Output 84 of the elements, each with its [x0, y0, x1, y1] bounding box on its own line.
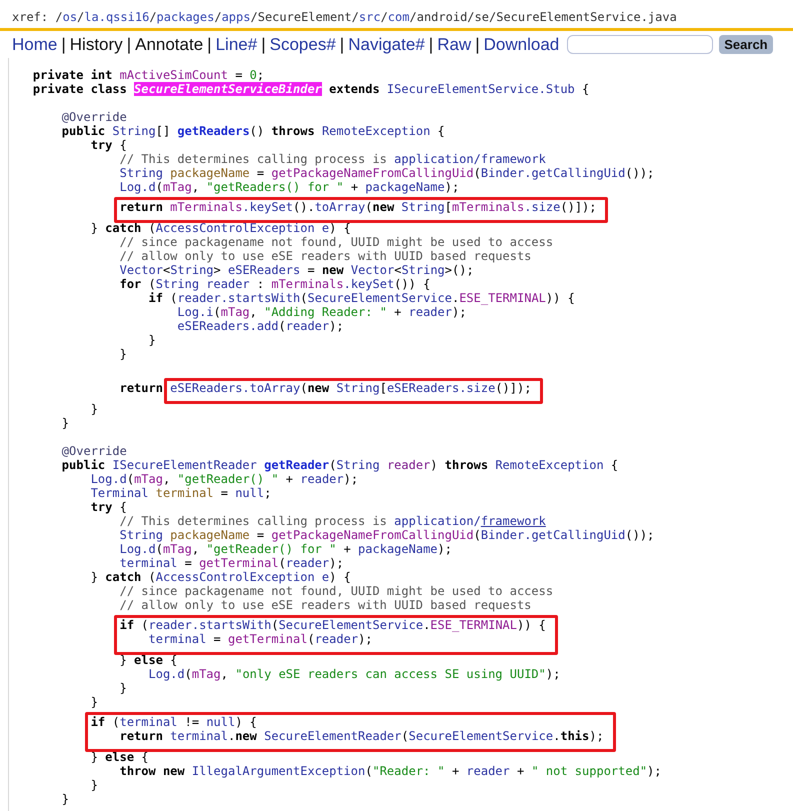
path-separator: /	[214, 10, 222, 24]
code-line: Log.d(mTag, "getReader() for " + packageName);	[118, 542, 452, 556]
code-line: // allow only to use eSE readers with UUID based requests	[118, 598, 532, 612]
path-link[interactable]: se	[474, 10, 489, 24]
path-separator: /	[250, 10, 258, 24]
code-line: @Override	[60, 444, 127, 458]
code-line: // since packagename not found, UUID might be used to access	[118, 584, 554, 598]
nav-link[interactable]: History	[70, 34, 123, 54]
path-separator: /	[149, 10, 157, 24]
path-link[interactable]: SecureElementService.java	[496, 10, 677, 24]
path-separator: /	[488, 10, 496, 24]
nav-link[interactable]: Annotate	[135, 34, 204, 54]
code-line: public String[] getReaders() throws RemoteException {	[60, 124, 445, 138]
code-line: try {	[90, 500, 127, 514]
code-line: @Override	[60, 110, 127, 124]
nav-separator: |	[207, 34, 212, 54]
code-line: terminal = getTerminal(reader);	[147, 632, 373, 646]
nav-link[interactable]: Download	[484, 34, 560, 54]
code-line: } else {	[90, 750, 149, 764]
nav-link[interactable]: Navigate#	[348, 34, 425, 54]
code-line: terminal = getTerminal(reader);	[118, 556, 344, 570]
nav-link[interactable]: Home	[12, 34, 58, 54]
code-line: throw new IllegalArgumentException("Reader: " + reader + " not supported");	[118, 764, 662, 778]
code-line: // This determines calling process is application/framework	[118, 514, 546, 528]
path-link[interactable]: packages	[156, 10, 214, 24]
path-link[interactable]: la.qssi16	[84, 10, 150, 24]
code-line: Log.i(mTag, "Adding Reader: " + reader);	[176, 305, 466, 319]
search-button[interactable]: Search	[719, 35, 773, 54]
code-line: }	[60, 792, 70, 806]
code-line: return mTerminals.keySet().toArray(new String[mTerminals.size()]);	[118, 200, 596, 214]
code-line: }	[118, 347, 127, 361]
code-line: }	[90, 778, 98, 792]
path-separator: /	[409, 10, 417, 24]
code-line: if (terminal != null) {	[90, 715, 257, 729]
code-line: }	[90, 402, 98, 416]
nav-link[interactable]: Scopes#	[270, 34, 336, 54]
code-line: } else {	[118, 653, 178, 667]
nav-separator: |	[126, 34, 132, 54]
path-link[interactable]: com	[388, 10, 410, 24]
code-line: }	[90, 695, 98, 709]
code-line: return terminal.new SecureElementReader(SecureElementService.this);	[118, 729, 604, 743]
nav-separator: |	[475, 34, 480, 54]
code-line: Log.d(mTag, "only eSE readers can access SE using UUID");	[147, 667, 560, 681]
nav-separator: |	[340, 34, 344, 54]
code-line: // since packagename not found, UUID might be used to access	[118, 235, 554, 249]
code-line: }	[60, 416, 70, 430]
code-line: for (String reader : mTerminals.keySet()) {	[118, 277, 430, 291]
path-link[interactable]: os	[62, 10, 78, 24]
code-line: if (reader.startsWith(SecureElementService.ESE_TERMINAL)) {	[118, 618, 546, 632]
code-line: Vector<String> eSEReaders = new Vector<String>();	[118, 263, 474, 277]
path-link[interactable]: SecureElement	[258, 10, 352, 24]
path-separator: /	[380, 10, 388, 24]
code-line: } catch (AccessControlException e) {	[90, 570, 351, 584]
code-line: } catch (AccessControlException e) {	[90, 221, 351, 235]
code-line: // allow only to use eSE readers with UUID based requests	[118, 249, 532, 263]
code-line: try {	[90, 138, 127, 152]
code-line: String packageName = getPackageNameFromCallingUid(Binder.getCallingUid());	[118, 528, 654, 542]
nav-separator: |	[61, 34, 66, 54]
code-line: // This determines calling process is application/framework	[118, 152, 546, 166]
code-line: Terminal terminal = null;	[90, 486, 272, 500]
path-link[interactable]: android	[416, 10, 468, 24]
code-line: Log.d(mTag, "getReader() " + reader);	[90, 472, 358, 486]
nav-link[interactable]: Line#	[216, 34, 258, 54]
path-separator: /	[467, 10, 475, 24]
path-separator: /	[352, 10, 359, 24]
path-link[interactable]: apps	[222, 10, 250, 24]
code-line: String packageName = getPackageNameFromCallingUid(Binder.getCallingUid());	[118, 166, 654, 180]
path-link[interactable]: src	[358, 10, 381, 24]
nav-separator: |	[428, 34, 434, 54]
code-line: public ISecureElementReader getReader(String reader) throws RemoteException {	[60, 458, 618, 472]
code-line: }	[118, 681, 127, 695]
code-line: private class SecureElementServiceBinder extends ISecureElementService.Stub {	[32, 82, 590, 96]
code-line: }	[147, 333, 156, 347]
code-line: if (reader.startsWith(SecureElementService.ESE_TERMINAL)) {	[147, 291, 575, 305]
code-line: private int mActiveSimCount = 0;	[32, 68, 264, 82]
code-line: Log.d(mTag, "getReaders() for " + packageName);	[118, 180, 460, 194]
search-field[interactable]	[567, 35, 714, 54]
nav-separator: |	[261, 34, 266, 54]
code-line: return eSEReaders.toArray(new String[eSEReaders.size()]);	[118, 381, 532, 395]
nav-link[interactable]: Raw	[437, 34, 472, 54]
xref-label: xref:	[12, 10, 48, 24]
path-separator: /	[55, 10, 63, 24]
code-line: eSEReaders.add(reader);	[176, 319, 344, 333]
path-separator: /	[77, 10, 84, 24]
